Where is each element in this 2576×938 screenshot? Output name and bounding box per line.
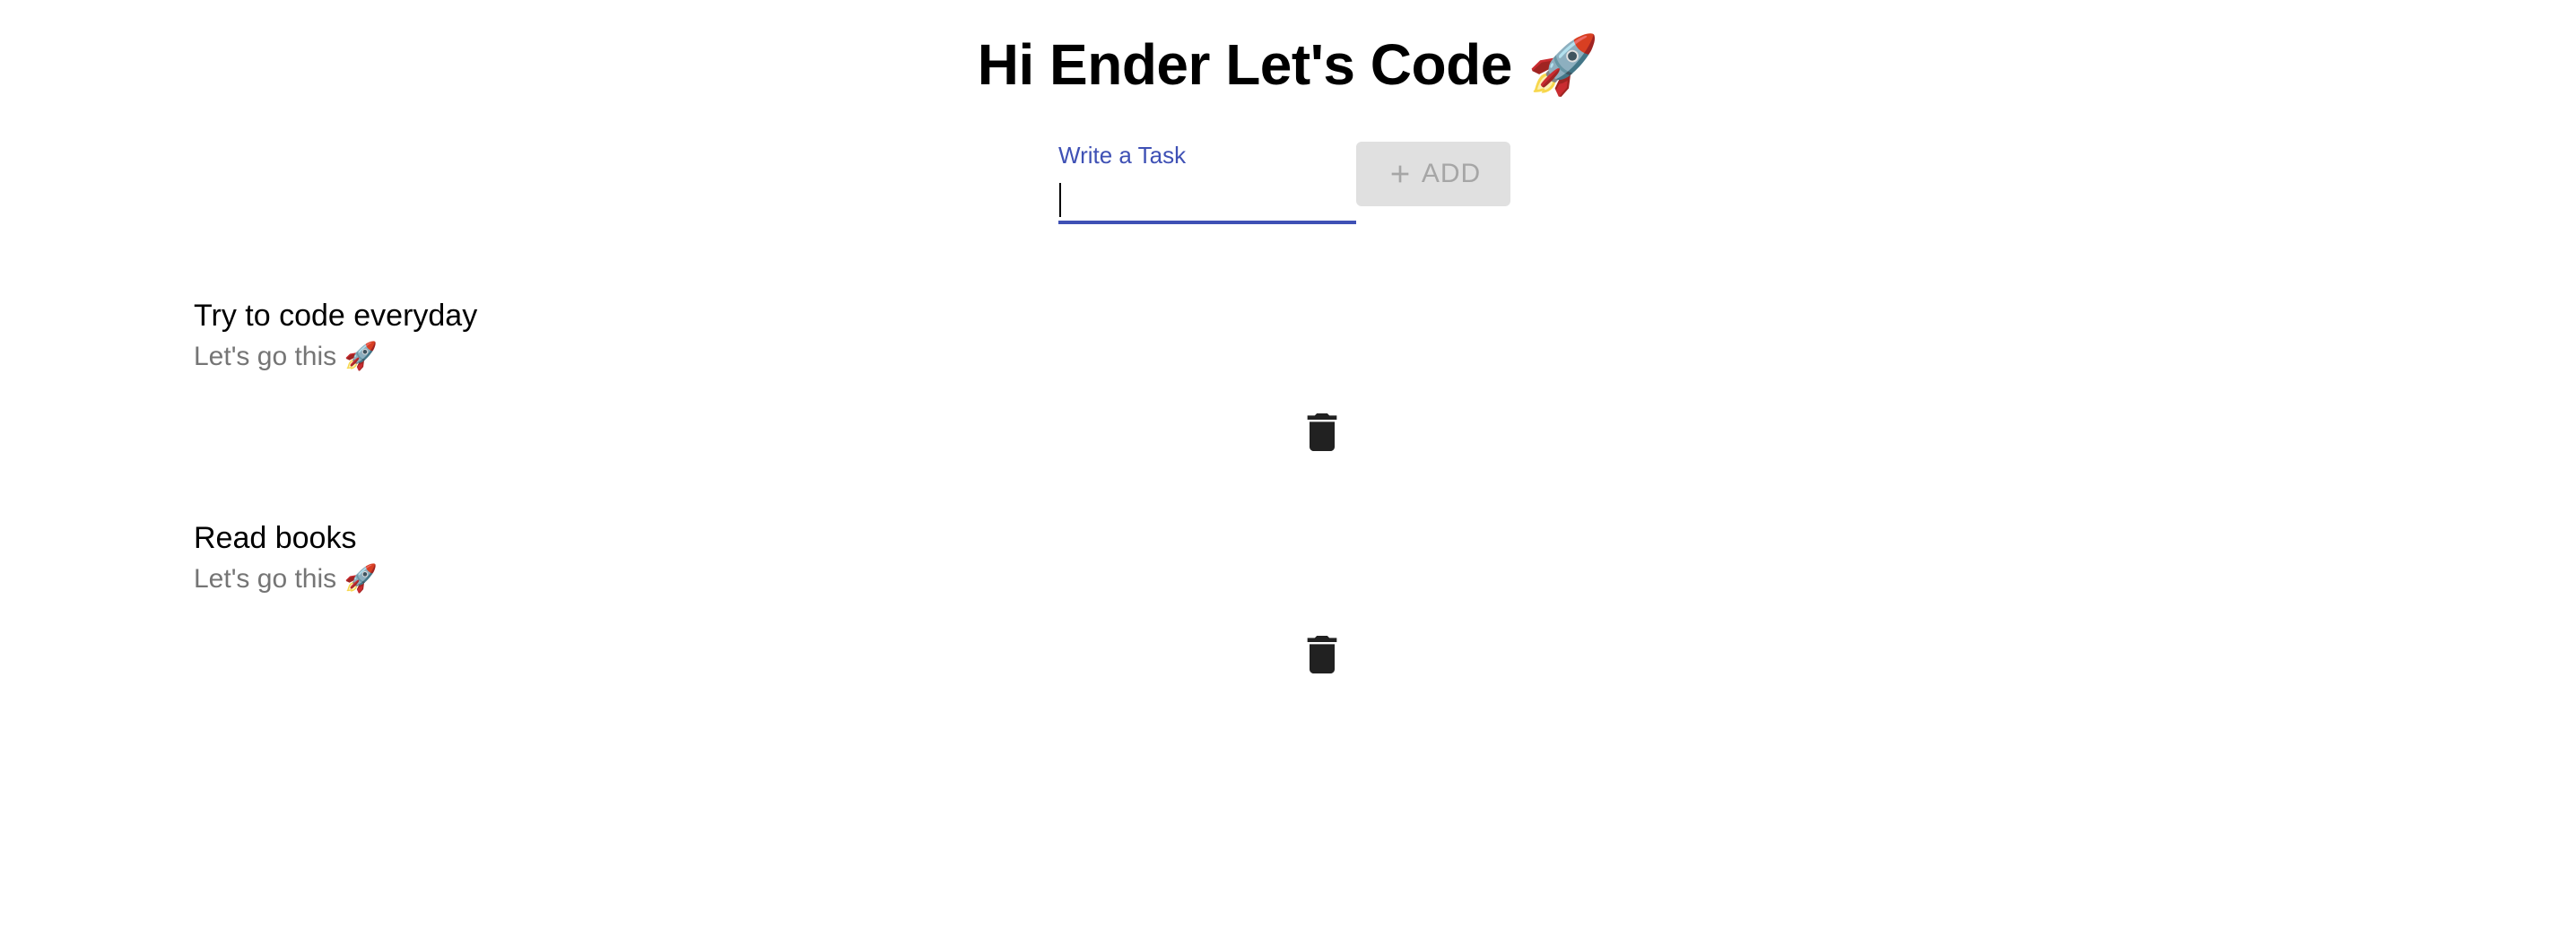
task-subtitle: Let's go this 🚀 bbox=[194, 564, 378, 594]
add-button[interactable]: ADD bbox=[1356, 142, 1510, 206]
text-cursor bbox=[1059, 183, 1061, 217]
task-title: Read books bbox=[194, 521, 357, 555]
plus-icon bbox=[1391, 165, 1409, 183]
task-input-underline bbox=[1058, 221, 1356, 224]
task-input-label: Write a Task bbox=[1058, 142, 1187, 169]
task-title: Try to code everyday bbox=[194, 299, 478, 333]
todo-page: Hi Ender Let's Code 🚀 Write a Task ADD T… bbox=[0, 0, 2576, 938]
task-subtitle: Let's go this 🚀 bbox=[194, 342, 378, 371]
list-item: Try to code everyday Let's go this 🚀 bbox=[194, 296, 477, 375]
add-button-label: ADD bbox=[1421, 159, 1482, 188]
task-input[interactable] bbox=[1058, 176, 1356, 221]
trash-icon[interactable] bbox=[1307, 413, 1337, 451]
task-field[interactable]: Write a Task bbox=[1058, 135, 1356, 226]
list-item: Read books Let's go this 🚀 bbox=[194, 518, 378, 597]
page-title: Hi Ender Let's Code 🚀 bbox=[977, 32, 1599, 97]
trash-icon[interactable] bbox=[1307, 636, 1337, 673]
